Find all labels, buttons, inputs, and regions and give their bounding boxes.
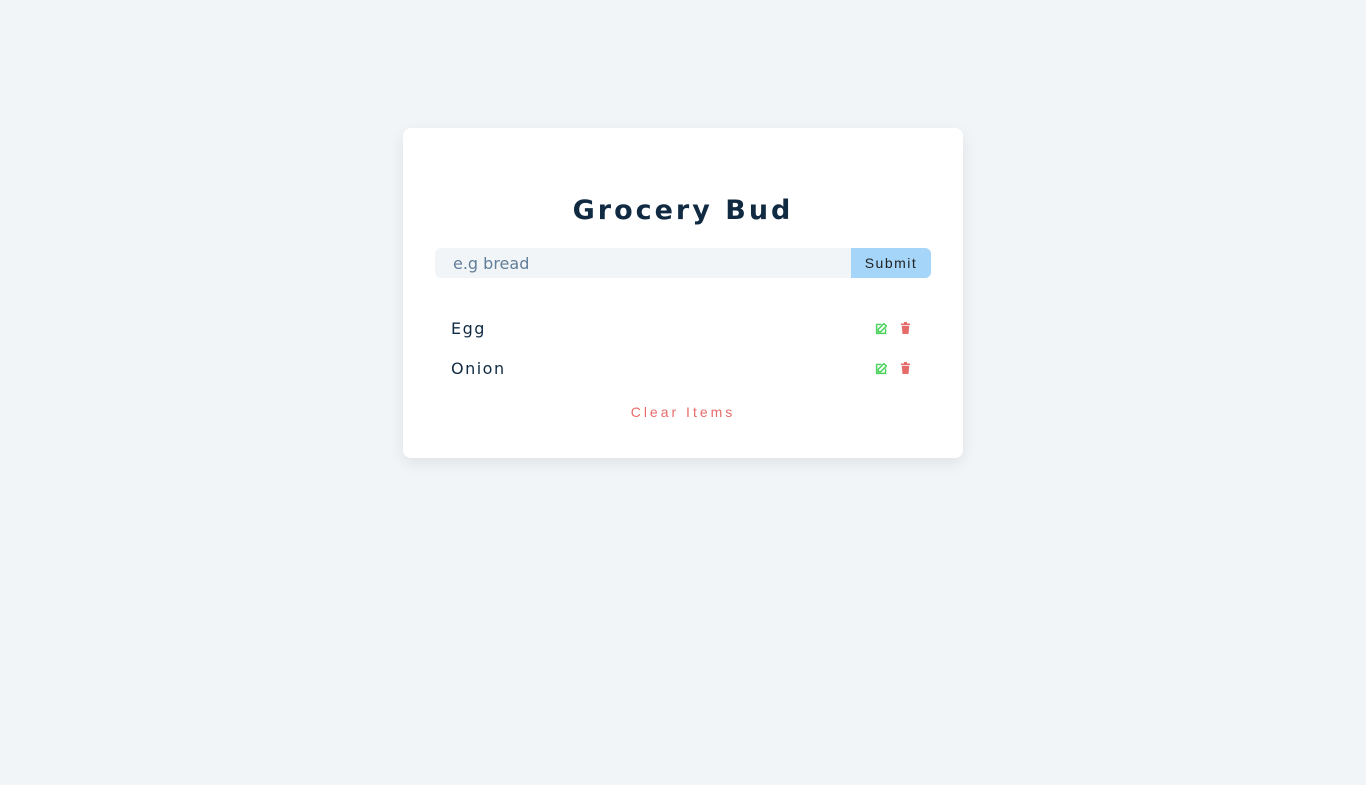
item-title: Onion bbox=[451, 358, 506, 378]
clear-items-button[interactable]: Clear Items bbox=[403, 404, 963, 420]
item-actions bbox=[874, 361, 915, 375]
grocery-card: Grocery Bud Submit Egg bbox=[403, 128, 963, 458]
edit-button[interactable] bbox=[874, 361, 888, 375]
grocery-list: Egg Onion bbox=[435, 308, 931, 388]
trash-icon bbox=[900, 322, 910, 334]
grocery-input[interactable] bbox=[435, 248, 851, 278]
delete-button[interactable] bbox=[898, 321, 912, 335]
list-item: Egg bbox=[435, 308, 931, 348]
trash-icon bbox=[900, 362, 910, 374]
submit-button[interactable]: Submit bbox=[851, 248, 931, 278]
list-item: Onion bbox=[435, 348, 931, 388]
grocery-form: Submit bbox=[435, 248, 931, 278]
delete-button[interactable] bbox=[898, 361, 912, 375]
item-title: Egg bbox=[451, 318, 486, 338]
item-actions bbox=[874, 321, 915, 335]
edit-icon bbox=[875, 322, 887, 334]
page-title: Grocery Bud bbox=[572, 195, 794, 226]
edit-icon bbox=[875, 362, 887, 374]
edit-button[interactable] bbox=[874, 321, 888, 335]
